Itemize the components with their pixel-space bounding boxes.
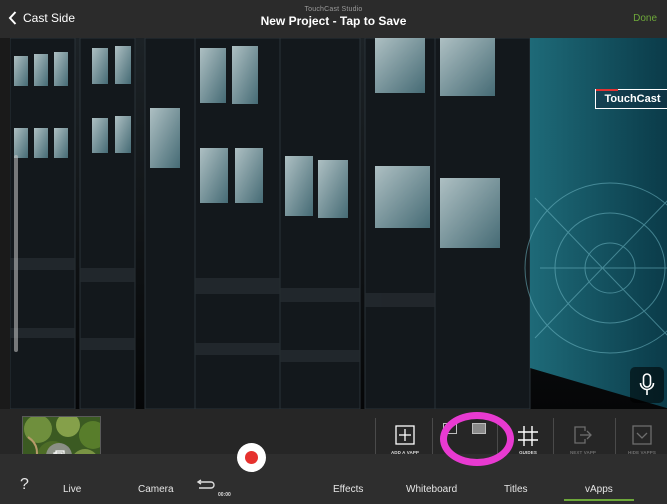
- add-vapp-button[interactable]: ADD A VAPP: [385, 425, 425, 455]
- toolbar-divider: [615, 418, 616, 454]
- record-timer: 00:00: [218, 492, 231, 498]
- chevron-box-icon: [632, 425, 652, 445]
- broadcast-wall-scene: [10, 38, 667, 409]
- microphone-icon: [639, 373, 655, 395]
- app-name: TouchCast Studio: [304, 6, 363, 13]
- plus-square-icon: [395, 425, 415, 445]
- undo-arrow-icon: [196, 479, 215, 489]
- logo-accent: [596, 89, 618, 91]
- top-bar: Cast Side TouchCast Studio New Project -…: [0, 0, 667, 38]
- active-tab-indicator: [564, 499, 634, 501]
- grid-hash-icon: [518, 426, 538, 446]
- done-button[interactable]: Done: [633, 13, 657, 24]
- brand-text: TouchCast: [604, 93, 661, 105]
- nav-item-whiteboard[interactable]: Whiteboard: [406, 484, 457, 495]
- vertical-scrollbar[interactable]: [14, 155, 18, 352]
- help-button[interactable]: ?: [20, 476, 29, 494]
- undo-button[interactable]: [195, 478, 215, 496]
- toolbar-divider: [432, 418, 433, 454]
- record-button[interactable]: [237, 443, 266, 472]
- next-arrow-icon: [574, 426, 592, 444]
- bottom-nav: [0, 454, 667, 504]
- toolbar-divider: [375, 418, 376, 454]
- microphone-button[interactable]: [630, 367, 664, 403]
- project-title[interactable]: New Project - Tap to Save: [0, 14, 667, 28]
- next-vapp-button[interactable]: NEXT VAPP: [563, 425, 603, 455]
- nav-item-titles[interactable]: Titles: [504, 484, 528, 495]
- title-block[interactable]: TouchCast Studio New Project - Tap to Sa…: [0, 6, 667, 28]
- hide-vapps-button[interactable]: HIDE VAPPS: [622, 425, 662, 455]
- toolbar-divider: [553, 418, 554, 454]
- touchcast-logo: TouchCast: [595, 89, 667, 109]
- highlight-circle: [440, 412, 514, 466]
- nav-item-live[interactable]: Live: [63, 484, 81, 495]
- record-dot-icon: [245, 451, 258, 464]
- nav-item-vapps[interactable]: vApps: [585, 484, 613, 495]
- video-preview[interactable]: TouchCast: [10, 38, 667, 409]
- guides-button[interactable]: GUIDES: [508, 425, 548, 455]
- nav-item-camera[interactable]: Camera: [138, 484, 174, 495]
- nav-item-effects[interactable]: Effects: [333, 484, 363, 495]
